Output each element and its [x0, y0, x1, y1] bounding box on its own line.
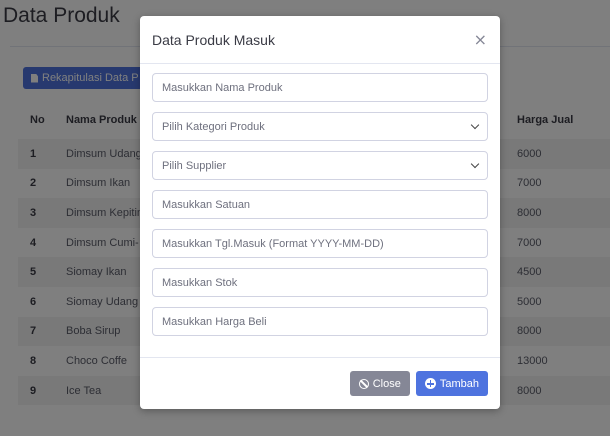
close-button[interactable]: Close: [349, 371, 410, 396]
plus-circle-icon: [424, 378, 436, 389]
stock-input[interactable]: Masukkan Stok: [152, 268, 488, 297]
date-in-input[interactable]: Masukkan Tgl.Masuk (Format YYYY-MM-DD): [152, 229, 488, 258]
product-name-placeholder: Masukkan Nama Produk: [162, 81, 283, 94]
category-select[interactable]: Pilih Kategori Produk: [152, 112, 488, 141]
product-entry-modal: Data Produk Masuk × Masukkan Nama Produk…: [140, 16, 500, 409]
ban-icon: [358, 378, 369, 389]
close-icon[interactable]: ×: [474, 31, 487, 48]
supplier-select[interactable]: Pilih Supplier: [152, 151, 488, 180]
stock-placeholder: Masukkan Stok: [162, 276, 238, 289]
modal-body: Masukkan Nama Produk Pilih Kategori Prod…: [140, 64, 500, 336]
close-button-label: Close: [372, 377, 401, 390]
purchase-price-placeholder: Masukkan Harga Beli: [162, 315, 267, 328]
date-in-placeholder: Masukkan Tgl.Masuk (Format YYYY-MM-DD): [162, 237, 384, 250]
unit-input[interactable]: Masukkan Satuan: [152, 190, 488, 219]
tambah-button[interactable]: Tambah: [415, 371, 488, 396]
chevron-down-icon: [470, 120, 480, 130]
tambah-button-label: Tambah: [439, 377, 479, 390]
chevron-down-icon: [470, 159, 480, 169]
purchase-price-input[interactable]: Masukkan Harga Beli: [152, 307, 488, 336]
product-name-input[interactable]: Masukkan Nama Produk: [152, 73, 488, 102]
modal-footer: Close Tambah: [140, 357, 500, 409]
supplier-select-value: Pilih Supplier: [162, 159, 227, 172]
modal-header: Data Produk Masuk ×: [140, 16, 500, 64]
unit-placeholder: Masukkan Satuan: [162, 198, 251, 211]
modal-title: Data Produk Masuk: [152, 31, 275, 48]
category-select-value: Pilih Kategori Produk: [162, 120, 265, 133]
